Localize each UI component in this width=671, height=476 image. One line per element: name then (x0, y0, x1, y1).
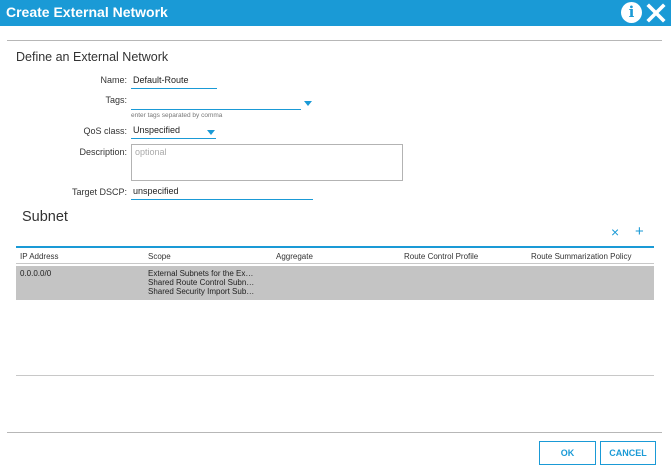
name-label: Name: (100, 75, 127, 85)
col-route-control-profile[interactable]: Route Control Profile (404, 252, 478, 261)
col-route-summarization-policy[interactable]: Route Summarization Policy (531, 252, 631, 261)
subnet-table: IP Address Scope Aggregate Route Control… (16, 246, 654, 300)
table-row[interactable]: 0.0.0.0/0 External Subnets for the Ex… S… (16, 266, 654, 300)
delete-subnet-icon[interactable]: × (611, 225, 619, 239)
col-ip-address[interactable]: IP Address (20, 252, 59, 261)
cell-ip-address: 0.0.0.0/0 (20, 269, 52, 278)
scope-line: Shared Route Control Subn… (148, 278, 255, 287)
qos-select[interactable]: Unspecified (131, 125, 216, 139)
col-aggregate[interactable]: Aggregate (276, 252, 313, 261)
description-textarea[interactable]: optional (131, 144, 403, 181)
tags-input[interactable] (131, 95, 301, 110)
scope-line: External Subnets for the Ex… (148, 269, 254, 278)
titlebar: Create External Network i (0, 0, 671, 26)
ok-button[interactable]: OK (539, 441, 596, 465)
subnet-title: Subnet (22, 209, 68, 225)
scope-line: Shared Security Import Sub… (148, 287, 255, 296)
dscp-input[interactable]: unspecified (131, 186, 313, 200)
name-input[interactable]: Default-Route (131, 75, 217, 89)
tags-label: Tags: (105, 95, 127, 105)
table-header: IP Address Scope Aggregate Route Control… (16, 246, 654, 264)
cell-scope: External Subnets for the Ex… Shared Rout… (148, 269, 254, 296)
section-title: Define an External Network (16, 50, 169, 64)
description-label: Description: (79, 147, 127, 157)
qos-label: QoS class: (83, 126, 127, 136)
col-scope[interactable]: Scope (148, 252, 171, 261)
table-bottom-divider (16, 375, 654, 376)
window-title: Create External Network (6, 4, 168, 20)
dscp-label: Target DSCP: (71, 187, 127, 197)
tags-chevron-down-icon[interactable] (304, 101, 312, 106)
cancel-button[interactable]: CANCEL (600, 441, 656, 465)
info-icon[interactable]: i (621, 2, 642, 23)
tags-hint: enter tags separated by comma (131, 112, 223, 119)
qos-chevron-down-icon[interactable] (207, 130, 215, 135)
close-icon[interactable] (645, 2, 667, 24)
add-subnet-icon[interactable]: + (635, 224, 644, 239)
